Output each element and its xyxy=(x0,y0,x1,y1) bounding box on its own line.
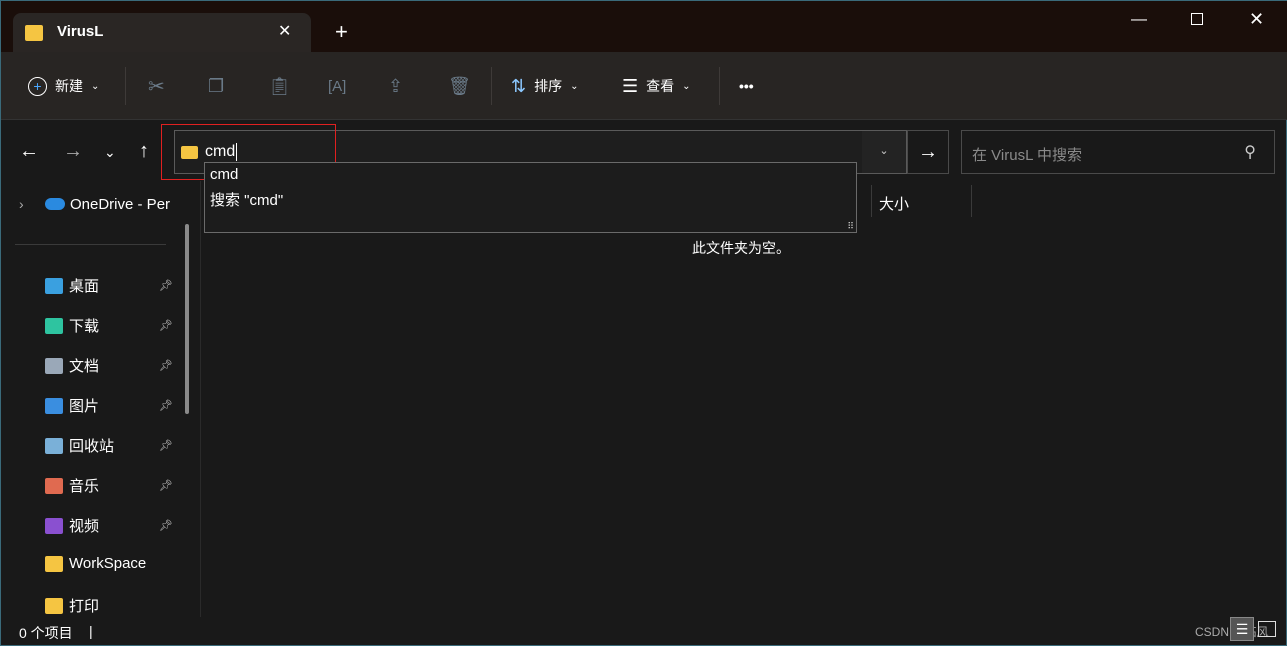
sidebar-item-label: WorkSpace xyxy=(69,555,147,572)
details-view-button[interactable]: ☰ xyxy=(1230,617,1254,641)
maximize-button[interactable] xyxy=(1191,13,1203,25)
document-icon xyxy=(45,357,63,374)
download-icon xyxy=(45,317,63,334)
sidebar-scrollbar[interactable] xyxy=(185,224,189,414)
sidebar-item-label: 桌面 xyxy=(69,278,100,295)
paste-button[interactable]: 📋︎ xyxy=(268,72,291,100)
back-button[interactable]: ← xyxy=(19,140,39,163)
sidebar-item[interactable]: 下载 📌︎ xyxy=(45,315,175,336)
sidebar-item[interactable]: 回收站 📌︎ xyxy=(45,435,175,456)
pin-icon[interactable]: 📌︎ xyxy=(159,399,173,412)
resize-grip-icon[interactable]: ⠿ xyxy=(847,221,854,232)
pin-icon[interactable]: 📌︎ xyxy=(159,439,173,452)
close-window-button[interactable]: ✕ xyxy=(1249,9,1264,30)
sort-button[interactable]: ⇅ 排序 ⌄ xyxy=(511,72,578,100)
go-button[interactable]: → xyxy=(907,130,949,174)
tiles-view-button[interactable] xyxy=(1258,621,1276,637)
video-icon xyxy=(45,517,63,534)
chevron-down-icon: ⌄ xyxy=(91,80,100,92)
sidebar-item[interactable]: 视频 📌︎ xyxy=(45,515,175,536)
cut-button[interactable]: ✂ xyxy=(148,72,165,100)
delete-button[interactable]: 🗑︎ xyxy=(448,72,471,100)
pin-icon[interactable]: 📌︎ xyxy=(159,519,173,532)
search-input[interactable]: 在 VirusL 中搜索 xyxy=(972,144,1082,165)
sidebar-item-label: 下载 xyxy=(69,318,100,335)
desktop-icon xyxy=(45,277,63,294)
sidebar-item-label: 视频 xyxy=(69,518,100,535)
onedrive-cloud-icon xyxy=(45,198,65,210)
sidebar-item-label: 回收站 xyxy=(69,438,115,455)
tab-title: VirusL xyxy=(57,23,104,40)
sidebar-item-onedrive[interactable]: OneDrive - Per xyxy=(70,196,170,213)
sidebar-item-label: 图片 xyxy=(69,398,100,415)
expand-chevron-icon[interactable]: › xyxy=(19,196,24,212)
view-button[interactable]: ☰ 查看 ⌄ xyxy=(622,72,691,100)
new-button[interactable]: + 新建 ⌄ xyxy=(28,72,99,100)
copy-button[interactable]: ❐ xyxy=(208,72,224,100)
sidebar-item-label: 音乐 xyxy=(69,478,100,495)
recycle-bin-icon xyxy=(45,437,63,454)
sidebar-item-label: 文档 xyxy=(69,358,100,375)
sidebar-item[interactable]: WorkSpace xyxy=(45,555,175,572)
folder-icon xyxy=(45,597,63,614)
sidebar-item[interactable]: 桌面 📌︎ xyxy=(45,275,175,296)
pin-icon[interactable]: 📌︎ xyxy=(159,319,173,332)
sidebar-item[interactable]: 音乐 📌︎ xyxy=(45,475,175,496)
sidebar-item-label: 打印 xyxy=(69,598,100,615)
sidebar-item[interactable]: 打印 xyxy=(45,595,175,616)
suggestion-item[interactable]: 搜索 "cmd" xyxy=(210,189,283,210)
sort-icon: ⇅ xyxy=(511,75,527,96)
forward-button[interactable]: → xyxy=(63,140,83,163)
chevron-down-icon: ⌄ xyxy=(682,80,691,92)
list-icon: ☰ xyxy=(622,75,639,96)
plus-circle-icon: + xyxy=(28,76,47,96)
pin-icon[interactable]: 📌︎ xyxy=(159,279,173,292)
autocomplete-dropdown: cmd 搜索 "cmd" ⠿ xyxy=(204,162,857,233)
recent-chevron-down-icon[interactable]: ⌄ xyxy=(104,144,116,161)
address-dropdown-button[interactable]: ⌄ xyxy=(862,131,906,173)
more-button[interactable]: ••• xyxy=(739,72,754,100)
search-icon: ⚲ xyxy=(1244,144,1256,161)
close-tab-button[interactable]: ✕ xyxy=(278,21,291,41)
suggestion-item[interactable]: cmd xyxy=(210,166,238,183)
pin-icon[interactable]: 📌︎ xyxy=(159,359,173,372)
folder-icon xyxy=(25,25,43,41)
chevron-down-icon: ⌄ xyxy=(570,80,579,92)
music-icon xyxy=(45,477,63,494)
minimize-button[interactable]: — xyxy=(1131,11,1147,29)
column-header-size[interactable]: 大小 xyxy=(879,193,909,214)
item-count: 0 个项目 xyxy=(19,625,73,641)
empty-folder-message: 此文件夹为空。 xyxy=(692,240,790,256)
pictures-icon xyxy=(45,397,63,414)
pin-icon[interactable]: 📌︎ xyxy=(159,479,173,492)
toolbar: + 新建 ⌄ ✂ ❐ 📋︎ [A] ⇪ 🗑︎ ⇅ 排序 ⌄ ☰ 查看 ⌄ ••• xyxy=(1,52,1287,120)
new-tab-button[interactable]: + xyxy=(335,19,348,45)
sidebar-item[interactable]: 文档 📌︎ xyxy=(45,355,175,376)
tab-virusl[interactable]: VirusL ✕ xyxy=(13,13,311,52)
rename-button[interactable]: [A] xyxy=(328,72,346,100)
share-button[interactable]: ⇪ xyxy=(388,72,403,100)
sidebar-item[interactable]: 图片 📌︎ xyxy=(45,395,175,416)
search-box[interactable]: 在 VirusL 中搜索 ⚲ xyxy=(961,130,1275,174)
folder-icon xyxy=(45,555,63,572)
up-button[interactable]: ↑ xyxy=(139,140,149,163)
